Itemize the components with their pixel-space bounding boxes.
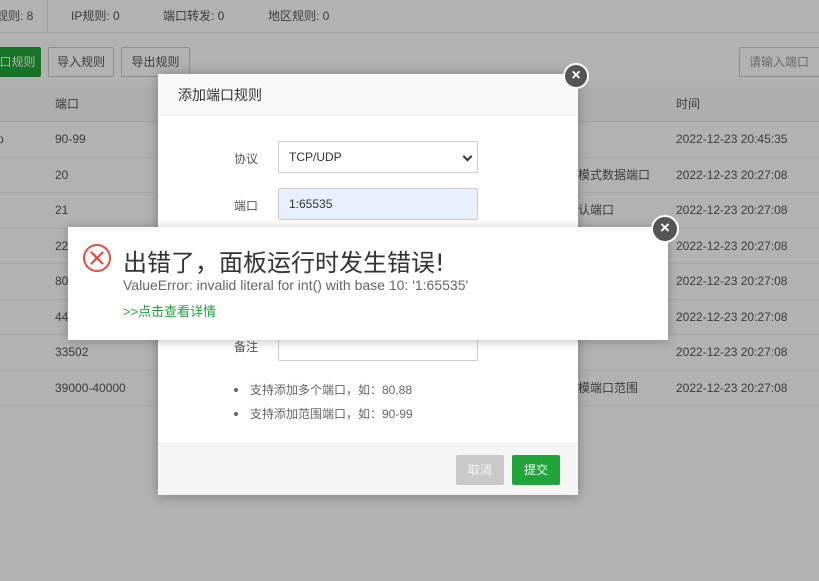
dialog-title: 添加端口规则 xyxy=(158,74,578,116)
error-popup: × 出错了，面板运行时发生错误! ValueError: invalid lit… xyxy=(68,215,679,340)
submit-button[interactable]: 提交 xyxy=(512,455,560,485)
port-label: 端口 xyxy=(234,199,259,213)
tips-list: 支持添加多个端口，如：80,88 支持添加范围端口，如：90-99 xyxy=(234,378,413,426)
tip-item: 支持添加范围端口，如：90-99 xyxy=(234,402,413,426)
tip-item: 支持添加多个端口，如：80,88 xyxy=(234,378,413,402)
chevron-down-icon xyxy=(462,151,473,162)
dialog-footer: 取消 提交 xyxy=(158,443,578,495)
protocol-label: 协议 xyxy=(234,152,259,166)
protocol-select-value: TCP/UDP xyxy=(289,150,342,164)
error-close-icon[interactable]: × xyxy=(651,215,679,243)
error-details-link[interactable]: >>点击查看详情 xyxy=(123,301,216,320)
cancel-button[interactable]: 取消 xyxy=(456,455,504,485)
protocol-select[interactable]: TCP/UDP xyxy=(278,141,478,173)
dialog-close-icon[interactable]: × xyxy=(563,63,589,89)
port-input[interactable]: 1:65535 xyxy=(278,188,478,220)
error-circle-icon xyxy=(83,244,111,272)
note-label: 备注 xyxy=(234,340,259,354)
error-message: ValueError: invalid literal for int() wi… xyxy=(123,277,469,293)
error-title: 出错了，面板运行时发生错误! xyxy=(123,249,445,277)
